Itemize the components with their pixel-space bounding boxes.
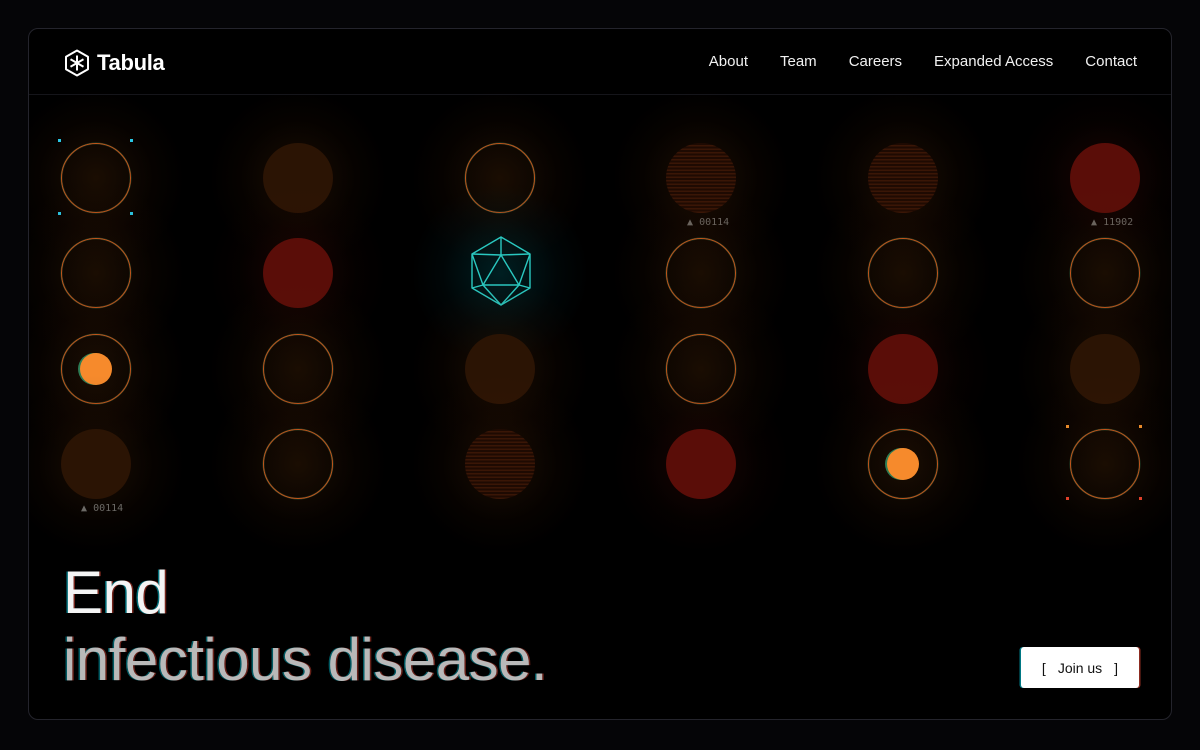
nav-expanded-access[interactable]: Expanded Access: [934, 53, 1053, 70]
grid-cell-r4c2: [208, 374, 388, 554]
hero-line-1: End: [63, 559, 169, 626]
grid-cell-r3c4: [611, 279, 791, 459]
join-us-label: Join us: [1057, 659, 1103, 676]
grid-cell-r2c2: [208, 183, 388, 363]
grid-cell-r4c5: [813, 374, 993, 554]
brand-name: Tabula: [97, 50, 165, 75]
grid-cell-r1c3: [410, 88, 590, 268]
nav-about[interactable]: About: [709, 53, 748, 70]
grid-cell-r1c5: [813, 88, 993, 268]
main-nav: About Team Careers Expanded Access Conta…: [709, 53, 1137, 70]
selection-corner: [58, 212, 61, 215]
page-frame: ▲ 00114 ▲ 11902 ▲ 00114 Tabula About Tea…: [28, 28, 1172, 720]
selection-corner: [130, 139, 133, 142]
triangle-marker-icon: ▲: [1091, 217, 1098, 228]
selection-corner: [1139, 497, 1142, 500]
grid-cell-r2c1: [29, 183, 186, 363]
grid-cell-r2c6: [1015, 183, 1171, 363]
icosahedron-icon: [471, 236, 531, 306]
selection-corner: [1066, 425, 1069, 428]
nav-team[interactable]: Team: [780, 53, 817, 70]
grid-cell-r3c2: [208, 279, 388, 459]
selection-corner: [1139, 425, 1142, 428]
join-us-button[interactable]: [ Join us ]: [1021, 647, 1139, 688]
bracket-open: [: [1041, 659, 1046, 676]
site-header: Tabula About Team Careers Expanded Acces…: [29, 29, 1171, 95]
tabula-logo-icon: [65, 49, 89, 77]
grid-cell-r2c5: [813, 183, 993, 363]
nav-contact[interactable]: Contact: [1085, 53, 1137, 70]
cell-id-label: ▲ 00114: [81, 503, 124, 514]
triangle-marker-icon: ▲: [687, 217, 694, 228]
grid-cell-r4c4: [611, 374, 791, 554]
grid-cell-r2c4: [611, 183, 791, 363]
brand-logo[interactable]: Tabula: [63, 47, 165, 79]
hero-headline: End infectious disease.: [63, 559, 548, 694]
selection-corner: [1066, 497, 1069, 500]
selection-corner: [130, 212, 133, 215]
grid-cell-r1c4: [611, 88, 791, 268]
nav-careers[interactable]: Careers: [849, 53, 902, 70]
grid-cell-r4c6: [1015, 374, 1171, 554]
grid-cell-r4c1: [29, 374, 186, 554]
grid-cell-r3c1: [29, 279, 186, 459]
grid-cell-r1c2: [208, 88, 388, 268]
cell-id-label: ▲ 11902: [1091, 217, 1134, 228]
cell-id-label: ▲ 00114: [687, 217, 730, 228]
grid-cell-r4c3: [410, 374, 590, 554]
selection-corner: [58, 139, 61, 142]
hero-line-2: infectious disease.: [63, 626, 548, 694]
grid-cell-r1c1: [29, 88, 186, 268]
grid-cell-r3c5: [813, 279, 993, 459]
bracket-close: ]: [1114, 659, 1119, 676]
grid-cell-r3c3: [410, 279, 590, 459]
triangle-marker-icon: ▲: [81, 503, 88, 514]
grid-cell-r1c6: [1015, 88, 1171, 268]
grid-cell-r3c6: [1015, 279, 1171, 459]
